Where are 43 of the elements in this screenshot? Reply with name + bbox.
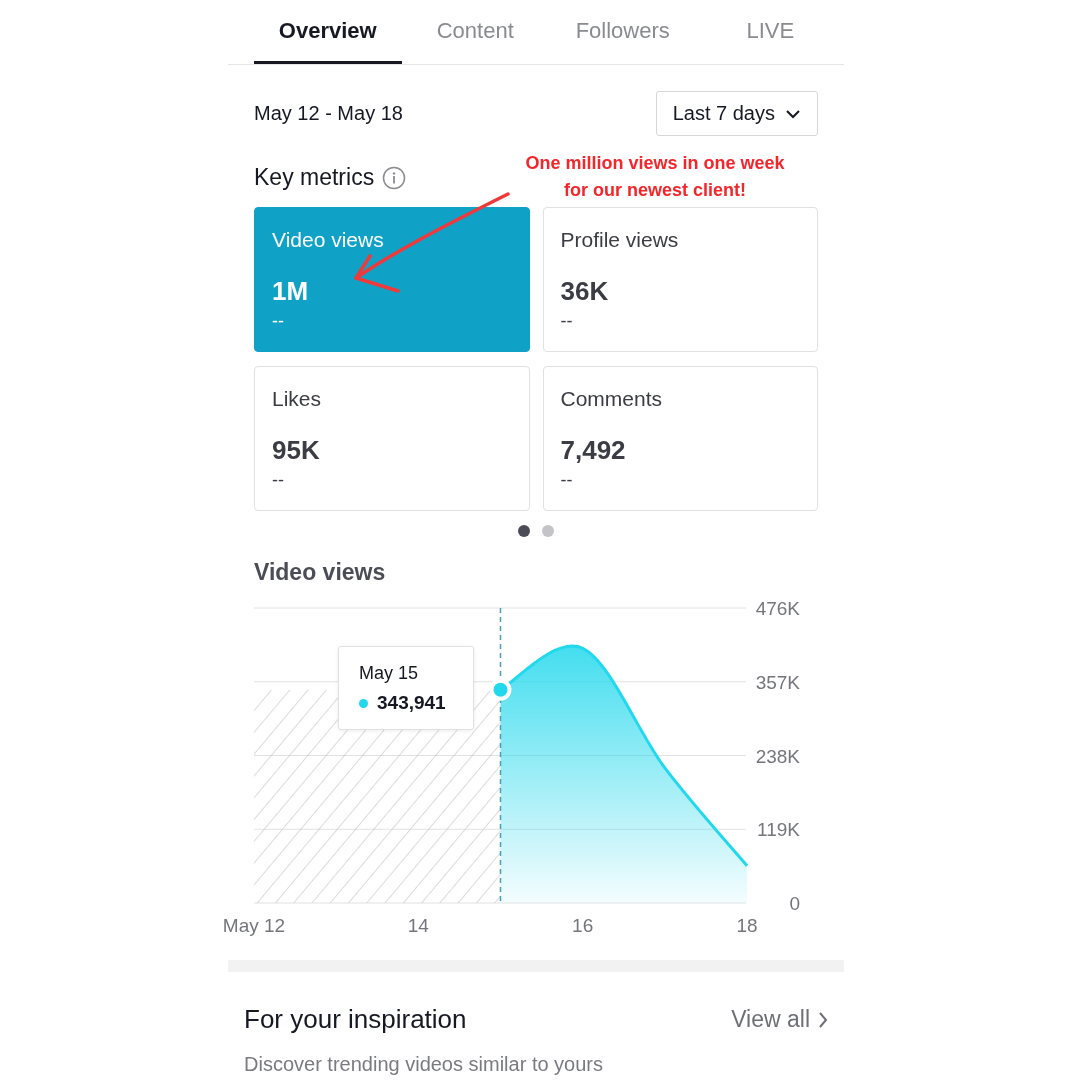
metric-label: Likes [272,387,323,411]
chevron-right-icon [818,1010,828,1029]
metric-card[interactable]: Profile views 36K -- [542,207,818,352]
metric-change: -- [272,311,285,332]
axis-label: 119K [757,819,800,841]
metric-label: Profile views [560,228,680,252]
chevron-down-icon [785,108,801,119]
axis-label: 0 [789,893,800,914]
period-select[interactable]: Last 7 days [655,91,818,136]
chart-title: Video views [254,559,387,586]
axis-label: May 12 [222,915,286,936]
view-all-link[interactable]: View all [731,1006,828,1033]
series-dot [359,698,368,708]
tooltip-value: 343,941 [377,692,446,714]
annotation-text: for our newest client! [564,179,746,202]
axis-label: 16 [572,915,594,936]
tooltip-date: May 15 [359,663,420,684]
annotation-text: One million views in one week [525,152,785,175]
metric-label: Video views [272,228,385,252]
metric-change: -- [560,470,574,491]
axis-label: 476K [755,598,800,619]
tab[interactable]: Overview [254,0,402,64]
date-range: May 12 - May 18 [254,102,403,125]
metric-change: -- [560,311,574,332]
metric-value: 1M [272,276,310,307]
pager-dot[interactable] [542,525,554,537]
axis-label: 18 [736,915,758,936]
metric-value: 7,492 [560,435,627,466]
axis-label: 14 [407,915,429,936]
section-subtitle: Discover trending videos similar to yours [243,1053,605,1076]
info-icon[interactable] [382,165,407,190]
metric-value: 36K [560,276,610,307]
metric-change: -- [272,470,285,491]
metric-label: Comments [560,387,664,411]
metric-card[interactable]: Comments 7,492 -- [542,366,818,511]
section-title: Key metrics [254,164,375,191]
point-marker [489,678,512,701]
axis-label: 357K [755,671,800,693]
section-title: For your inspiration [244,1004,467,1035]
metric-value: 95K [272,435,321,466]
metric-card[interactable]: Likes 95K -- [254,366,530,511]
pager-dot[interactable] [518,525,530,537]
axis-label: 238K [755,745,800,767]
